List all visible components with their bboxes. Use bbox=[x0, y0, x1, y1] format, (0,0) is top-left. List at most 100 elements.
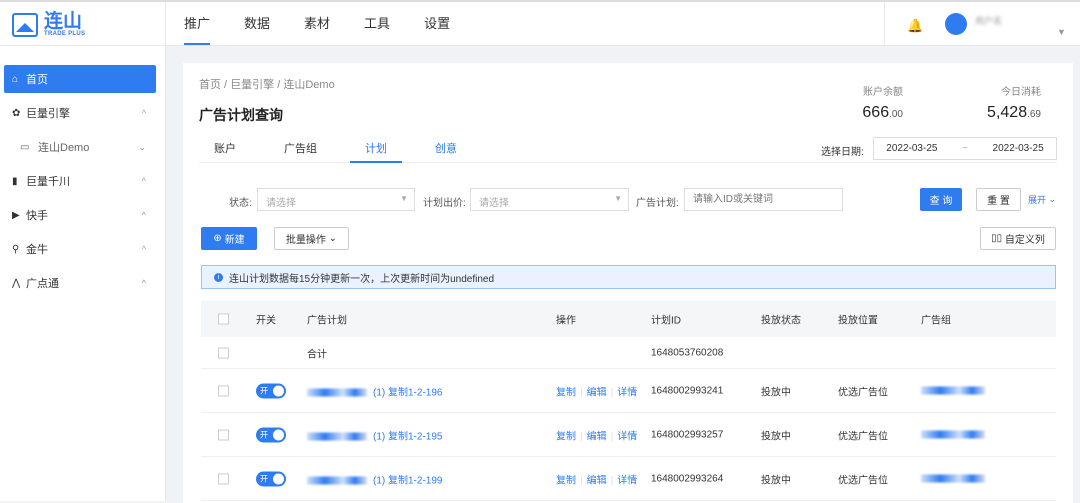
sidebar-item-qianchuan[interactable]: ▮ 巨量千川 ^ bbox=[4, 167, 156, 195]
select-all-checkbox[interactable] bbox=[218, 313, 229, 325]
table-row: 开 (1) 复制1-2-199 复制 | 编辑 | 详情 1648002993264 投… bbox=[201, 457, 1056, 501]
chevron-up-icon: ^ bbox=[141, 210, 146, 220]
header-switch: 开关 bbox=[256, 315, 276, 327]
batch-label: 批量操作 bbox=[285, 235, 326, 246]
tab-ad-group[interactable]: 广告组 bbox=[269, 136, 332, 162]
status-toggle[interactable]: 开 bbox=[256, 383, 286, 398]
status-toggle[interactable]: 开 bbox=[256, 471, 286, 486]
user-name[interactable]: 用户名 bbox=[975, 14, 1002, 27]
details-link[interactable]: 详情 bbox=[617, 431, 637, 442]
copy-link[interactable]: 复制 bbox=[556, 475, 576, 486]
tab-account[interactable]: 账户 bbox=[199, 136, 251, 162]
ad-group-link[interactable] bbox=[921, 429, 991, 440]
details-link[interactable]: 详情 bbox=[617, 387, 637, 398]
sidebar-item-jinniu[interactable]: ⚲ 金牛 ^ bbox=[4, 235, 156, 263]
plan-name-link[interactable]: (1) 复制1-2-195 bbox=[307, 427, 442, 442]
tab-creative[interactable]: 创意 bbox=[420, 136, 472, 162]
copy-link[interactable]: 复制 bbox=[556, 387, 576, 398]
sidebar-item-home[interactable]: ⌂ 首页 bbox=[4, 65, 156, 93]
expand-button[interactable]: 展开 ⌄ bbox=[1026, 188, 1058, 211]
tab-plan[interactable]: 计划 bbox=[350, 136, 402, 163]
status-select[interactable]: 请选择 ▼ bbox=[257, 188, 415, 211]
sidebar-item-guangdiantong[interactable]: ⋀ 广点通 ^ bbox=[4, 269, 156, 297]
header-id: 计划ID bbox=[651, 315, 681, 327]
custom-columns-button[interactable]: ▯▯ 自定义列 bbox=[980, 227, 1056, 250]
copy-link[interactable]: 复制 bbox=[556, 431, 576, 442]
toggle-label: 开 bbox=[260, 430, 268, 439]
edit-link[interactable]: 编辑 bbox=[587, 431, 607, 442]
sidebar-item-label: 巨量千川 bbox=[26, 176, 70, 188]
date-end[interactable]: 2022-03-25 bbox=[993, 143, 1044, 154]
header-ops: 操作 bbox=[556, 315, 576, 327]
chevron-down-icon[interactable]: ▼ bbox=[1057, 27, 1066, 37]
date-label: 选择日期: bbox=[821, 147, 864, 158]
summary-id: 1648053760208 bbox=[651, 347, 724, 358]
nav-tools[interactable]: 工具 bbox=[364, 2, 390, 47]
logo-mountain-icon bbox=[12, 12, 38, 37]
sidebar-item-label: 巨量引擎 bbox=[26, 108, 70, 120]
spend-label: 今日消耗 bbox=[1001, 87, 1041, 98]
breadcrumb-home[interactable]: 首页 bbox=[199, 79, 221, 91]
plan-label: 广告计划: bbox=[636, 198, 679, 209]
logo[interactable]: 连山 TRADE PLUS bbox=[0, 2, 166, 47]
plan-name-link[interactable]: (1) 复制1-2-199 bbox=[307, 471, 442, 486]
delivery-status: 投放中 bbox=[761, 431, 791, 442]
bid-label: 计划出价: bbox=[423, 198, 466, 209]
batch-ops-button[interactable]: 批量操作 ⌄ bbox=[274, 227, 349, 250]
avatar[interactable] bbox=[945, 13, 967, 35]
row-checkbox[interactable] bbox=[218, 473, 229, 484]
nav-settings[interactable]: 设置 bbox=[424, 2, 450, 47]
ad-group-link[interactable] bbox=[921, 473, 991, 484]
sidebar-item-kuaishou[interactable]: ▶ 快手 ^ bbox=[4, 201, 156, 229]
ad-group-link[interactable] bbox=[921, 385, 991, 396]
nav-promotion[interactable]: 推广 bbox=[184, 2, 211, 47]
delivery-position: 优选广告位 bbox=[838, 387, 888, 398]
sidebar-item-lianshan-demo[interactable]: ▭ 连山Demo ⌄ bbox=[4, 133, 156, 161]
redacted-text bbox=[921, 386, 985, 395]
edit-link[interactable]: 编辑 bbox=[587, 475, 607, 486]
summary-row: 合计 1648053760208 bbox=[201, 337, 1056, 369]
nav-data[interactable]: 数据 bbox=[244, 2, 270, 47]
monitor-icon: ▭ bbox=[20, 141, 30, 153]
expand-label: 展开 bbox=[1027, 195, 1046, 205]
edit-link[interactable]: 编辑 bbox=[587, 387, 607, 398]
query-button[interactable]: 查 询 bbox=[920, 188, 962, 211]
chevron-down-icon: ▼ bbox=[614, 194, 622, 203]
chevron-up-icon: ^ bbox=[141, 108, 146, 118]
spend-stat: 今日消耗 5,428.69 bbox=[973, 83, 1041, 122]
sidebar: ⌂ 首页 ✿ 巨量引擎 ^ ▭ 连山Demo ⌄ ▮ 巨量千川 ^ ▶ 快手 ^ ⚲ 金牛 ^ ⋀ 广点… bbox=[0, 46, 166, 501]
date-start[interactable]: 2022-03-25 bbox=[886, 143, 937, 154]
new-button[interactable]: ⊕ 新建 bbox=[201, 227, 257, 250]
delivery-position: 优选广告位 bbox=[838, 431, 888, 442]
plan-name: (1) 复制1-2-199 bbox=[373, 475, 443, 486]
plan-id: 1648002993264 bbox=[651, 473, 724, 484]
breadcrumb-ocean-engine[interactable]: 巨量引擎 bbox=[230, 79, 274, 91]
user-area: 🔔 用户名 ▼ bbox=[884, 2, 1080, 47]
sidebar-item-label: 连山Demo bbox=[38, 142, 90, 154]
details-link[interactable]: 详情 bbox=[617, 475, 637, 486]
bid-select[interactable]: 请选择 ▼ bbox=[470, 188, 629, 211]
redacted-text bbox=[307, 432, 367, 441]
network-icon: ⚲ bbox=[12, 243, 20, 255]
balance-label: 账户余额 bbox=[863, 87, 903, 98]
row-checkbox[interactable] bbox=[218, 385, 229, 396]
sidebar-item-label: 快手 bbox=[26, 210, 48, 222]
row-checkbox[interactable] bbox=[218, 429, 229, 440]
header-position: 投放位置 bbox=[838, 315, 878, 327]
row-checkbox[interactable] bbox=[218, 347, 229, 358]
plus-circle-icon: ⊕ bbox=[213, 233, 225, 244]
date-separator: ~ bbox=[962, 143, 968, 154]
sidebar-item-ocean-engine[interactable]: ✿ 巨量引擎 ^ bbox=[4, 99, 156, 127]
plan-name-link[interactable]: (1) 复制1-2-196 bbox=[307, 383, 442, 398]
date-range-picker[interactable]: 2022-03-25 ~2022-03-25 bbox=[873, 137, 1057, 160]
status-toggle[interactable]: 开 bbox=[256, 427, 286, 442]
table-row: 开 (1) 复制1-2-196 复制 | 编辑 | 详情 1648002993241 投… bbox=[201, 369, 1056, 413]
nav-materials[interactable]: 素材 bbox=[304, 2, 330, 47]
kuaishou-icon: ▶ bbox=[12, 209, 20, 221]
bell-icon[interactable]: 🔔 bbox=[907, 18, 923, 34]
plan-search-input[interactable] bbox=[684, 188, 843, 211]
columns-icon: ▯▯ bbox=[991, 233, 1005, 244]
header-plan: 广告计划 bbox=[307, 315, 347, 327]
reset-button[interactable]: 重 置 bbox=[976, 188, 1021, 211]
logo-subtitle: TRADE PLUS bbox=[44, 30, 86, 37]
